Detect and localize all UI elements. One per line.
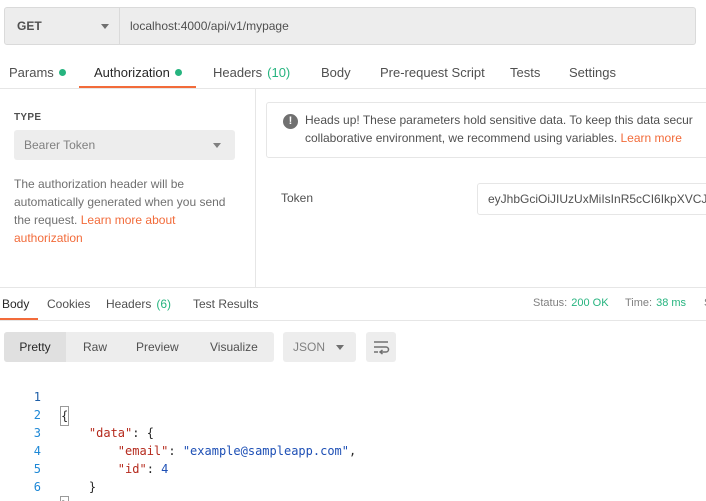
chevron-down-icon [336, 345, 344, 350]
tab-count-badge: (10) [267, 64, 291, 80]
auth-type-value: Bearer Token [24, 138, 96, 152]
status-readout: Status: 200 OK [533, 297, 609, 309]
auth-type-heading: TYPE [14, 112, 42, 123]
wrap-lines-icon [374, 341, 390, 355]
view-mode-group: Pretty Raw Preview Visualize [4, 332, 274, 362]
tab-response-headers[interactable]: Headers (6) [106, 288, 171, 319]
pretty-button[interactable]: Pretty [4, 332, 66, 362]
code-line: 3 "email": "example@sampleapp.com", [0, 406, 706, 458]
sensitive-data-notice: ! Heads up! These parameters hold sensit… [266, 102, 706, 158]
divider [0, 320, 706, 321]
tab-label: Body [2, 296, 30, 311]
format-value: JSON [293, 340, 326, 354]
time-readout: Time: 38 ms [625, 297, 686, 309]
tab-label: Headers [213, 64, 263, 80]
notice-text: Heads up! These parameters hold sensitiv… [305, 113, 693, 127]
status-dot-icon [174, 68, 182, 76]
tab-label: Params [9, 64, 54, 80]
chevron-down-icon [101, 24, 109, 29]
request-bar: GET localhost:4000/api/v1/mypage [4, 7, 696, 45]
status-label: Status: [533, 297, 568, 309]
learn-more-link[interactable]: Learn more [621, 131, 682, 145]
tab-settings[interactable]: Settings [569, 56, 616, 88]
notice-text-line: collaborative environment, we recommend … [305, 131, 618, 145]
tab-params[interactable]: Params [9, 56, 66, 88]
token-label: Token [281, 191, 314, 205]
status-value: 200 OK [571, 297, 609, 309]
code-line: 4 "id": 4 [0, 424, 706, 476]
tab-test-results[interactable]: Test Results [193, 288, 258, 319]
auth-type-panel: TYPE Bearer Token The authorization head… [0, 89, 255, 287]
tab-label: Authorization [94, 64, 170, 80]
tab-label: Test Results [193, 296, 259, 311]
tab-authorization[interactable]: Authorization [94, 56, 182, 88]
url-input[interactable]: localhost:4000/api/v1/mypage [120, 7, 696, 45]
method-select[interactable]: GET [4, 7, 120, 45]
panel-divider [255, 89, 256, 287]
tab-label: Body [321, 64, 351, 80]
response-body-viewer: 1 { 2 "data": { 3 "email": "example@samp… [0, 370, 706, 501]
format-select[interactable]: JSON [283, 332, 356, 362]
time-value: 38 ms [656, 297, 687, 309]
tab-headers[interactable]: Headers (10) [213, 56, 290, 88]
raw-button[interactable]: Raw [83, 332, 107, 362]
code-line: 2 "data": { [0, 388, 706, 440]
code-line: 5 } [0, 442, 706, 494]
line-number: 6 [33, 480, 41, 494]
tab-label: Headers [106, 296, 152, 311]
preview-button[interactable]: Preview [136, 332, 179, 362]
token-input[interactable]: eyJhbGciOiJIUzUxMiIsInR5cCI6IkpXVCJ9 [477, 183, 706, 215]
code-line: 1 { [0, 370, 706, 426]
notice-text-2: collaborative environment, we recommend … [305, 131, 682, 145]
tab-pre-request-script[interactable]: Pre-request Script [380, 56, 485, 88]
request-tabs: Params Authorization Headers (10) Body Pr… [0, 56, 706, 88]
tab-count-badge: (6) [156, 296, 172, 311]
tab-label: Pre-request Script [380, 64, 485, 80]
wrap-lines-button[interactable] [366, 332, 396, 362]
tab-label: Tests [510, 64, 541, 80]
auth-description: The authorization header will be automat… [14, 175, 239, 247]
tab-body[interactable]: Body [321, 56, 351, 88]
tab-response-body[interactable]: Body [2, 288, 29, 319]
method-label: GET [17, 19, 42, 33]
code-text: } [60, 496, 70, 501]
chevron-down-icon [213, 143, 221, 148]
code-line: 6 } [0, 460, 706, 501]
code-text: } [60, 480, 97, 494]
auth-type-select[interactable]: Bearer Token [14, 130, 235, 160]
tab-tests[interactable]: Tests [510, 56, 540, 88]
tab-label: Settings [569, 64, 616, 80]
tab-cookies[interactable]: Cookies [47, 288, 90, 319]
tab-label: Cookies [47, 296, 91, 311]
time-label: Time: [625, 297, 653, 309]
info-icon: ! [283, 114, 298, 129]
status-dot-icon [58, 68, 66, 76]
visualize-button[interactable]: Visualize [210, 332, 258, 362]
